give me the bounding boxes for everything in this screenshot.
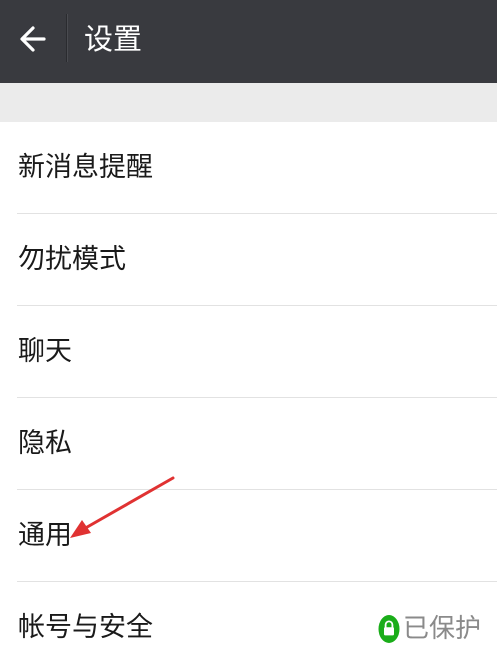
settings-list: 新消息提醒 勿扰模式 聊天 隐私 通用 帐号与安全 已保护 [0, 122, 497, 671]
title-divider [66, 14, 68, 62]
settings-screen: 设置 新消息提醒 勿扰模式 聊天 隐私 通用 帐号与安全 已保护 [0, 0, 497, 671]
security-status-text: 已保护 [402, 614, 481, 644]
settings-item-label: 勿扰模式 [18, 244, 126, 275]
lock-icon [378, 615, 400, 643]
settings-item-chats[interactable]: 聊天 [0, 306, 497, 398]
settings-item-do-not-disturb[interactable]: 勿扰模式 [0, 214, 497, 306]
settings-item-label: 聊天 [18, 336, 72, 367]
settings-item-label: 通用 [18, 520, 72, 551]
settings-item-label: 隐私 [18, 428, 72, 459]
settings-item-general[interactable]: 通用 [0, 490, 497, 582]
settings-item-account-security[interactable]: 帐号与安全 已保护 [0, 582, 497, 671]
security-status: 已保护 [378, 609, 481, 649]
section-gap [0, 83, 497, 122]
settings-item-label: 新消息提醒 [18, 152, 153, 183]
settings-item-label: 帐号与安全 [18, 612, 153, 643]
settings-item-new-message-alerts[interactable]: 新消息提醒 [0, 122, 497, 214]
page-title: 设置 [84, 22, 143, 56]
arrow-left-icon [20, 26, 46, 52]
back-button[interactable] [0, 0, 66, 83]
title-bar: 设置 [0, 0, 497, 83]
settings-item-privacy[interactable]: 隐私 [0, 398, 497, 490]
